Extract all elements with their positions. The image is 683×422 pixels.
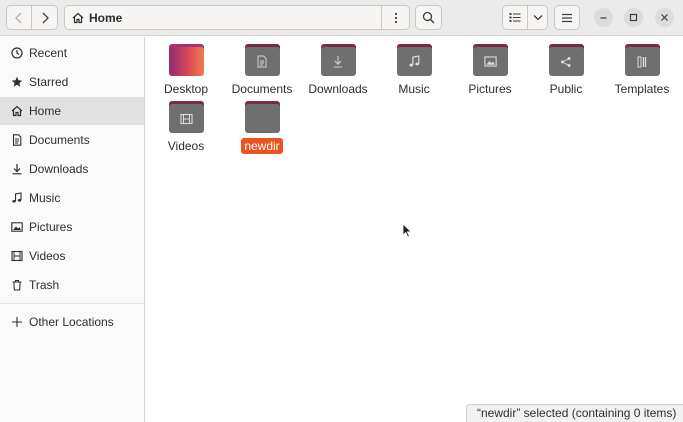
trash-icon: [10, 278, 24, 292]
close-icon: [661, 14, 668, 21]
back-button[interactable]: [6, 5, 32, 30]
sidebar-item-home[interactable]: Home: [0, 97, 144, 125]
file-item-label: Public: [549, 82, 583, 96]
folder-icon: [244, 101, 280, 133]
file-item-label: Music: [398, 82, 430, 96]
sidebar-item-label: Other Locations: [29, 315, 114, 329]
documents-folder-icon: [244, 44, 280, 76]
file-item-label: Downloads: [308, 82, 368, 96]
plus-icon: [10, 315, 24, 329]
sidebar-divider: [0, 303, 144, 304]
pictures-folder-icon: [472, 44, 508, 76]
file-item-desktop[interactable]: Desktop: [148, 44, 224, 97]
vertical-dots-icon: [394, 12, 397, 23]
file-view: Desktop Documents Downloads Music Pictur…: [146, 37, 683, 422]
sidebar-item-label: Documents: [29, 133, 90, 147]
file-item-documents[interactable]: Documents: [224, 44, 300, 97]
sidebar-item-label: Videos: [29, 249, 66, 263]
public-folder-icon: [548, 44, 584, 76]
file-item-templates[interactable]: Templates: [604, 44, 680, 97]
maximize-icon: [629, 13, 638, 22]
view-options-button[interactable]: [527, 5, 548, 30]
close-button[interactable]: [655, 8, 674, 27]
home-icon: [72, 12, 84, 23]
minimize-icon: [600, 17, 607, 19]
download-icon: [10, 162, 24, 176]
music-icon: [10, 191, 24, 205]
clock-icon: [10, 46, 24, 60]
path-label: Home: [89, 10, 123, 25]
forward-button[interactable]: [31, 5, 58, 30]
list-view-button[interactable]: [502, 5, 528, 30]
templates-folder-icon: [624, 44, 660, 76]
film-icon: [10, 249, 24, 263]
minimize-button[interactable]: [594, 8, 613, 27]
path-home-button[interactable]: Home: [65, 6, 383, 29]
sidebar-item-videos[interactable]: Videos: [0, 242, 144, 270]
file-item-public[interactable]: Public: [528, 44, 604, 97]
sidebar-item-label: Music: [29, 191, 61, 205]
sidebar: Recent Starred Home Documents Downloads …: [0, 37, 145, 422]
chevron-down-icon: [533, 15, 542, 21]
sidebar-item-music[interactable]: Music: [0, 184, 144, 212]
sidebar-item-other-locations[interactable]: Other Locations: [0, 308, 144, 336]
status-label: “newdir” selected (containing 0 items): [466, 404, 683, 422]
chevron-right-icon: [42, 12, 49, 23]
list-view-icon: [509, 13, 521, 22]
file-item-label: Pictures: [468, 82, 512, 96]
search-icon: [422, 11, 435, 24]
path-menu-button[interactable]: [381, 6, 409, 29]
search-button[interactable]: [415, 5, 442, 30]
sidebar-item-label: Downloads: [29, 162, 89, 176]
mouse-cursor-icon: [402, 223, 412, 238]
desktop-folder-icon: [168, 44, 204, 76]
music-folder-icon: [396, 44, 432, 76]
hamburger-icon: [562, 13, 572, 22]
sidebar-item-label: Trash: [29, 278, 60, 292]
sidebar-item-pictures[interactable]: Pictures: [0, 213, 144, 241]
picture-icon: [10, 220, 24, 234]
file-item-newdir[interactable]: newdir: [224, 101, 300, 154]
downloads-folder-icon: [320, 44, 356, 76]
file-item-label: Videos: [167, 139, 205, 153]
file-item-label: Desktop: [163, 82, 209, 96]
main-menu-button[interactable]: [554, 5, 580, 30]
file-item-videos[interactable]: Videos: [148, 101, 224, 154]
file-item-label: Documents: [231, 82, 293, 96]
sidebar-item-starred[interactable]: Starred: [0, 68, 144, 96]
file-item-pictures[interactable]: Pictures: [452, 44, 528, 97]
chevron-left-icon: [15, 12, 22, 23]
sidebar-item-trash[interactable]: Trash: [0, 271, 144, 299]
file-item-downloads[interactable]: Downloads: [300, 44, 376, 97]
maximize-button[interactable]: [624, 8, 643, 27]
sidebar-item-label: Starred: [29, 75, 69, 89]
file-item-music[interactable]: Music: [376, 44, 452, 97]
sidebar-item-label: Recent: [29, 46, 68, 60]
file-item-label: Templates: [614, 82, 670, 96]
file-item-label: newdir: [241, 138, 283, 154]
sidebar-item-label: Pictures: [29, 220, 73, 234]
document-icon: [10, 133, 24, 147]
sidebar-item-label: Home: [29, 104, 62, 118]
videos-folder-icon: [168, 101, 204, 133]
star-icon: [10, 75, 24, 89]
header-bar: Home: [0, 0, 683, 36]
sidebar-item-downloads[interactable]: Downloads: [0, 155, 144, 183]
path-bar: Home: [64, 5, 410, 30]
sidebar-item-documents[interactable]: Documents: [0, 126, 144, 154]
home-icon: [10, 104, 24, 118]
sidebar-item-recent[interactable]: Recent: [0, 39, 144, 67]
